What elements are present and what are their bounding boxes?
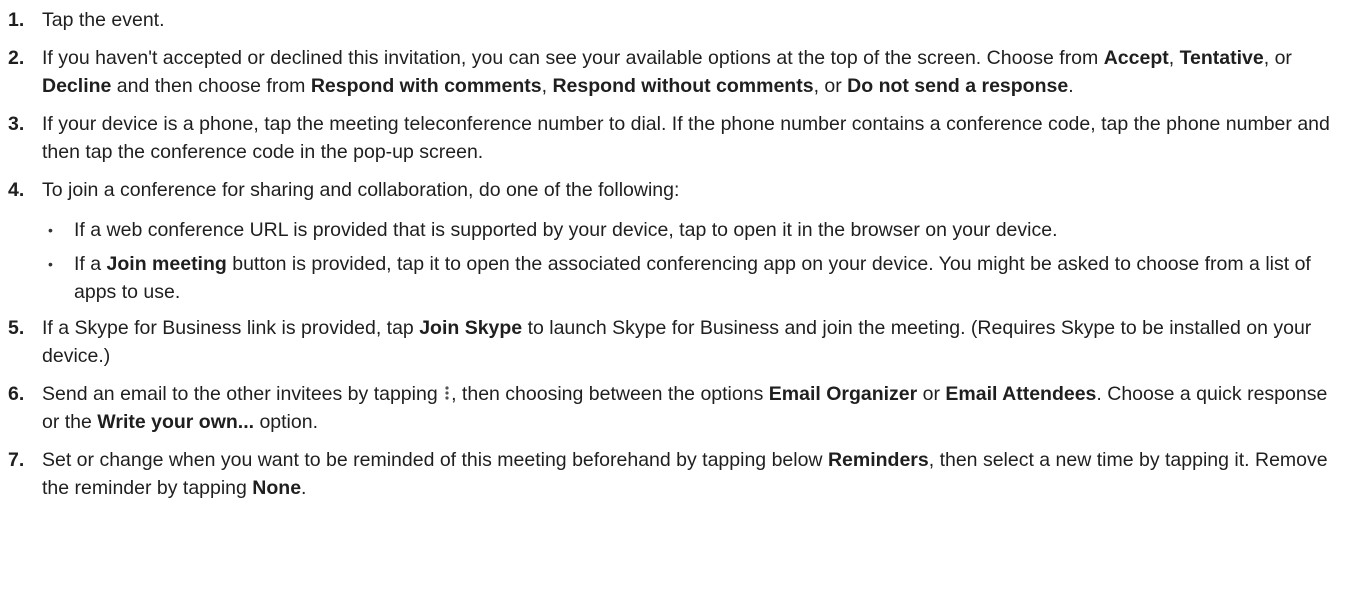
text-run: ,: [1168, 47, 1180, 69]
text-run: If a Skype for Business link is provided…: [42, 317, 420, 339]
step-5: 5. If a Skype for Business link is provi…: [0, 314, 1349, 370]
text-run: Set or change when you want to be remind…: [42, 449, 828, 471]
option-text: If a web conference URL is provided that…: [74, 219, 1058, 241]
step-4-option-2: • If a Join meeting button is provided, …: [0, 250, 1349, 306]
step-text: Set or change when you want to be remind…: [42, 449, 1328, 499]
text-run: If you haven't accepted or declined this…: [42, 47, 1104, 69]
bold-term: Respond without comments: [552, 75, 814, 97]
step-3: 3. If your device is a phone, tap the me…: [0, 110, 1349, 166]
bold-term: Do not send a response: [847, 75, 1069, 97]
step-text: To join a conference for sharing and col…: [42, 179, 679, 201]
text-run: If a: [74, 253, 107, 275]
step-4: 4. To join a conference for sharing and …: [0, 176, 1349, 204]
step-text: If your device is a phone, tap the meeti…: [42, 113, 1330, 163]
instruction-steps: 1. Tap the event. 2. If you haven't acce…: [0, 0, 1349, 499]
text-run: If your device is a phone, tap the meeti…: [42, 113, 1330, 163]
text-run: , then choosing between the options: [451, 383, 769, 405]
text-run: .: [301, 477, 307, 499]
step-1: 1. Tap the event.: [0, 6, 1349, 34]
bold-term: Decline: [42, 75, 112, 97]
step-number: 7.: [8, 449, 25, 471]
bold-term: Join meeting: [106, 253, 227, 275]
bullet-icon: •: [48, 222, 53, 238]
text-run: If a web conference URL is provided that…: [74, 219, 1058, 241]
step-number: 2.: [8, 47, 25, 69]
text-run: , or: [813, 75, 848, 97]
bold-term: Tentative: [1179, 47, 1264, 69]
step-number: 5.: [8, 317, 25, 339]
bold-term: Reminders: [827, 449, 929, 471]
text-run: and then choose from: [111, 75, 311, 97]
text-run: option.: [254, 411, 318, 433]
text-run: or: [917, 383, 946, 405]
option-text: If a Join meeting button is provided, ta…: [74, 253, 1311, 303]
more-vertical-icon: [444, 385, 450, 401]
step-6: 6. Send an email to the other invitees b…: [0, 380, 1349, 436]
step-number: 6.: [8, 383, 25, 405]
step-4-option-1: • If a web conference URL is provided th…: [0, 216, 1349, 244]
bold-term: Accept: [1103, 47, 1169, 69]
step-text: If you haven't accepted or declined this…: [42, 47, 1292, 97]
step-text: Send an email to the other invitees by t…: [42, 383, 1327, 433]
bullet-icon: •: [48, 256, 53, 272]
text-run: Send an email to the other invitees by t…: [42, 383, 444, 405]
step-2: 2. If you haven't accepted or declined t…: [0, 44, 1349, 100]
step-number: 3.: [8, 113, 25, 135]
step-text: Tap the event.: [42, 9, 165, 31]
bold-term: Write your own...: [97, 411, 255, 433]
step-text: If a Skype for Business link is provided…: [42, 317, 1311, 367]
text-run: , or: [1263, 47, 1292, 69]
bold-term: Join Skype: [419, 317, 523, 339]
bold-term: Respond with comments: [310, 75, 542, 97]
text-run: To join a conference for sharing and col…: [42, 179, 680, 201]
text-run: ,: [541, 75, 553, 97]
bold-term: None: [252, 477, 302, 499]
step-number: 4.: [8, 179, 25, 201]
step-7: 7. Set or change when you want to be rem…: [0, 446, 1349, 502]
text-run: .: [1068, 75, 1074, 97]
step-number: 1.: [8, 9, 25, 31]
bold-term: Email Attendees: [945, 383, 1097, 405]
text-run: Tap the event.: [42, 9, 165, 31]
bold-term: Email Organizer: [768, 383, 918, 405]
text-run: button is provided, tap it to open the a…: [74, 253, 1311, 303]
